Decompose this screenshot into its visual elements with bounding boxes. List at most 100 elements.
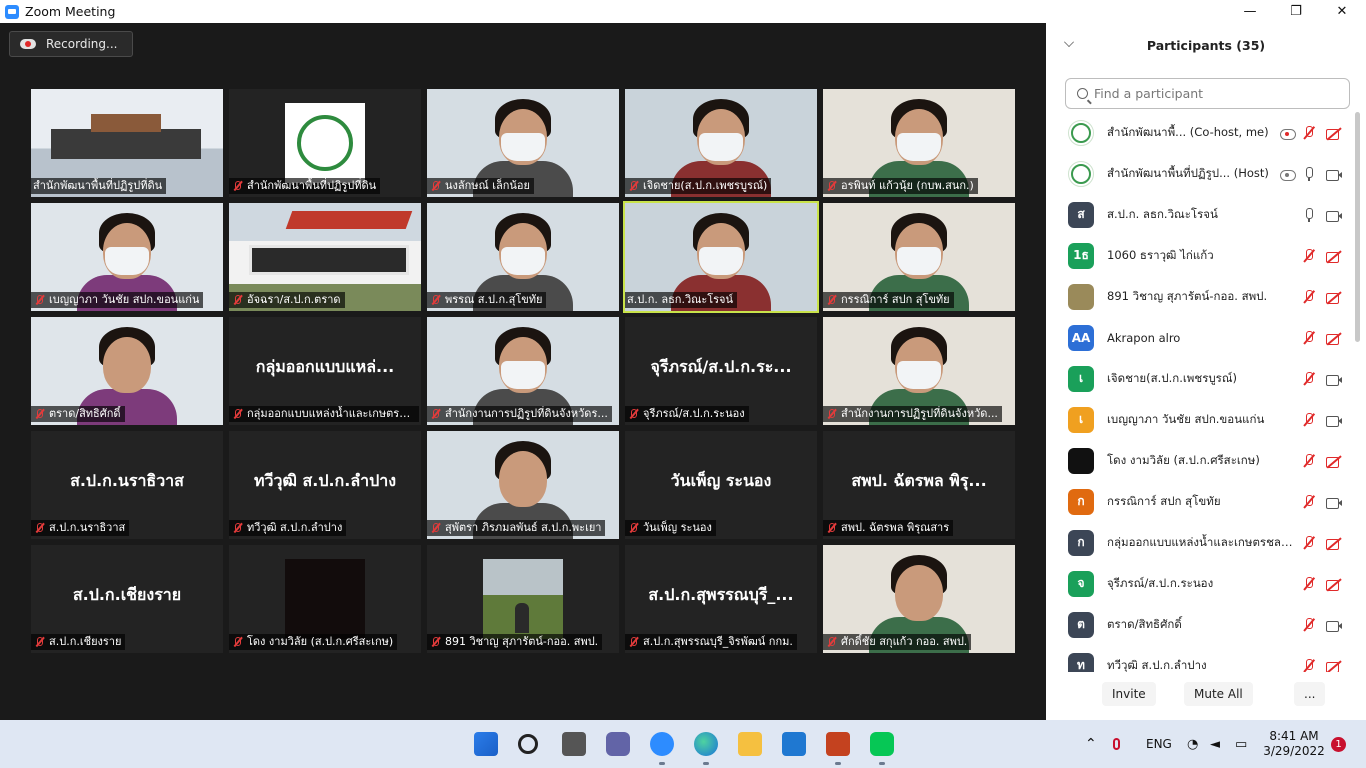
video-tile[interactable]: กลุ่มออกแบบแหล่... กลุ่มออกแบบแหล่งน้ำและ… xyxy=(229,317,421,425)
camera-off-icon[interactable] xyxy=(1326,454,1340,468)
video-tile[interactable]: ศักดิ์ชัย สกุแก้ว กออ. สพป. xyxy=(823,545,1015,653)
mic-muted-icon[interactable] xyxy=(1302,618,1316,632)
search-taskbar-icon[interactable] xyxy=(518,734,538,754)
participant-row[interactable]: ก กรรณิการ์ สปก สุโขทัย xyxy=(1046,481,1354,522)
participant-list-scrollbar[interactable] xyxy=(1355,112,1361,667)
file-explorer-icon[interactable] xyxy=(738,732,762,756)
volume-icon[interactable]: ◄ xyxy=(1210,720,1220,768)
mic-muted-icon[interactable] xyxy=(1302,372,1316,386)
mute-all-button[interactable]: Mute All xyxy=(1184,682,1253,706)
participant-row[interactable]: ส ส.ป.ก. ลธก.วิณะโรจน์ xyxy=(1046,194,1354,235)
participant-row[interactable]: ท ทวีวุฒิ ส.ป.ก.ลำปาง xyxy=(1046,645,1354,672)
camera-off-icon[interactable] xyxy=(1326,577,1340,591)
video-tile[interactable]: ทวีวุฒิ ส.ป.ก.ลำปาง ทวีวุฒิ ส.ป.ก.ลำปาง xyxy=(229,431,421,539)
camera-off-icon[interactable] xyxy=(1326,249,1340,263)
powerpoint-icon[interactable] xyxy=(826,732,850,756)
window-title: Zoom Meeting xyxy=(25,4,116,19)
participant-row[interactable]: เ เจิดชาย(ส.ป.ก.เพชรบูรณ์) xyxy=(1046,358,1354,399)
video-tile[interactable]: ส.ป.ก.เชียงราย ส.ป.ก.เชียงราย xyxy=(31,545,223,653)
mic-muted-icon[interactable] xyxy=(1302,495,1316,509)
camera-icon[interactable] xyxy=(1326,413,1342,427)
edge-icon[interactable] xyxy=(694,732,718,756)
participant-row[interactable]: เ เบญญาภา วันชัย สปก.ขอนแก่น xyxy=(1046,399,1354,440)
video-tile[interactable]: กรรณิการ์ สปก สุโขทัย xyxy=(823,203,1015,311)
camera-off-icon[interactable] xyxy=(1326,659,1340,672)
participant-row[interactable]: ต ตราด/สิทธิศักดิ์ xyxy=(1046,604,1354,645)
camera-icon[interactable] xyxy=(1326,618,1342,632)
video-tile[interactable]: นงลักษณ์ เล็กน้อย xyxy=(427,89,619,197)
mic-muted-icon[interactable] xyxy=(1302,413,1316,427)
restore-button[interactable]: ❐ xyxy=(1273,0,1319,23)
participant-row[interactable]: AA Akrapon alro xyxy=(1046,317,1354,358)
video-tile[interactable]: สำนักพัฒนาพื้นที่ปฏิรูปที่ดิน xyxy=(31,89,223,197)
minimize-button[interactable]: — xyxy=(1227,0,1273,23)
video-tile[interactable]: สำนักงานการปฏิรูปที่ดินจังหวัด... xyxy=(823,317,1015,425)
camera-icon[interactable] xyxy=(1326,167,1342,181)
video-tile[interactable]: เบญญาภา วันชัย สปก.ขอนแก่น xyxy=(31,203,223,311)
zoom-taskbar-icon[interactable] xyxy=(650,732,674,756)
language-indicator[interactable]: ENG xyxy=(1146,720,1172,768)
recording-indicator[interactable]: Recording... xyxy=(9,31,133,57)
participant-search-input[interactable] xyxy=(1094,86,1334,101)
video-tile[interactable]: สุพัตรา ภิรภมลพันธ์ ส.ป.ก.พะเยา xyxy=(427,431,619,539)
camera-icon[interactable] xyxy=(1326,208,1342,222)
video-tile[interactable]: 891 วิชาญ สุภารัตน์-กออ. สพป. xyxy=(427,545,619,653)
mic-muted-icon[interactable] xyxy=(1302,536,1316,550)
tile-display-name: ทวีวุฒิ ส.ป.ก.ลำปาง xyxy=(253,471,397,490)
start-icon[interactable] xyxy=(474,732,498,756)
mail-icon[interactable] xyxy=(782,732,806,756)
taskbar-clock[interactable]: 8:41 AM 3/29/2022 xyxy=(1262,729,1326,759)
camera-off-icon[interactable] xyxy=(1326,331,1340,345)
mic-muted-icon[interactable] xyxy=(1302,249,1316,263)
video-tile[interactable]: เจิดชาย(ส.ป.ก.เพชรบูรณ์) xyxy=(625,89,817,197)
mic-icon[interactable] xyxy=(1302,167,1316,181)
wifi-icon[interactable]: ◔ xyxy=(1187,720,1198,768)
participant-row[interactable]: 1ธ 1060 ธราวุฒิ ไก่แก้ว xyxy=(1046,235,1354,276)
tile-name-label: เจิดชาย(ส.ป.ก.เพชรบูรณ์) xyxy=(625,178,772,194)
video-tile[interactable]: ส.ป.ก.สุพรรณบุรี_... ส.ป.ก.สุพรรณบุรี_จิร… xyxy=(625,545,817,653)
battery-icon[interactable]: ▭ xyxy=(1235,720,1247,768)
participant-search[interactable] xyxy=(1065,78,1350,109)
video-tile[interactable]: อรพินท์ แก้วนุ้ย (กบพ.สนก.) xyxy=(823,89,1015,197)
camera-off-icon[interactable] xyxy=(1326,290,1340,304)
participant-row[interactable]: 891 วิชาญ สุภารัตน์-กออ. สพป. xyxy=(1046,276,1354,317)
camera-icon[interactable] xyxy=(1326,495,1342,509)
video-tile[interactable]: ส.ป.ก. ลธก.วิณะโรจน์ xyxy=(623,201,819,313)
camera-off-icon[interactable] xyxy=(1326,536,1340,550)
mic-muted-icon[interactable] xyxy=(1302,454,1316,468)
participant-row[interactable]: สำนักพัฒนาพื้นที่ปฏิรูป... (Host) xyxy=(1046,153,1354,194)
video-tile[interactable]: ส.ป.ก.นราธิวาส ส.ป.ก.นราธิวาส xyxy=(31,431,223,539)
video-tile[interactable]: สพป. ฉัตรพล พิรุ... สพป. ฉัตรพล พิรุณสาร xyxy=(823,431,1015,539)
mic-icon[interactable] xyxy=(1302,208,1316,222)
video-tile[interactable]: วันเพ็ญ ระนอง วันเพ็ญ ระนอง xyxy=(625,431,817,539)
task-view-icon[interactable] xyxy=(562,732,586,756)
camera-off-icon[interactable] xyxy=(1326,126,1340,140)
video-tile[interactable]: จุรีภรณ์/ส.ป.ก.ระ... จุรีภรณ์/ส.ป.ก.ระนอง xyxy=(625,317,817,425)
participant-row[interactable]: ก กลุ่มออกแบบแหล่งน้ำและเกษตรชลประ... xyxy=(1046,522,1354,563)
line-app-icon[interactable] xyxy=(870,732,894,756)
mic-muted-icon[interactable] xyxy=(1302,126,1316,140)
teams-chat-icon[interactable] xyxy=(606,732,630,756)
microphone-tray-icon[interactable] xyxy=(1113,720,1120,768)
show-hidden-icons-chevron[interactable]: ⌃ xyxy=(1085,720,1097,768)
mic-muted-icon[interactable] xyxy=(1302,659,1316,672)
video-tile[interactable]: สำนักพัฒนาพื้นที่ปฏิรูปที่ดิน xyxy=(229,89,421,197)
mic-muted-icon[interactable] xyxy=(1302,577,1316,591)
notification-badge[interactable]: 1 xyxy=(1331,737,1346,752)
video-tile[interactable]: อัจฉรา/ส.ป.ก.ตราด xyxy=(229,203,421,311)
invite-button[interactable]: Invite xyxy=(1102,682,1156,706)
video-tile[interactable]: พรรณ ส.ป.ก.สุโขทัย xyxy=(427,203,619,311)
video-tile[interactable]: ตราด/สิทธิศักดิ์ xyxy=(31,317,223,425)
participant-row[interactable]: จ จุรีภรณ์/ส.ป.ก.ระนอง xyxy=(1046,563,1354,604)
collapse-chevron-icon[interactable] xyxy=(1064,37,1074,47)
video-tile[interactable]: สำนักงานการปฏิรูปที่ดินจังหวัดร... xyxy=(427,317,619,425)
mic-muted-icon[interactable] xyxy=(1302,290,1316,304)
more-options-button[interactable]: ... xyxy=(1294,682,1326,706)
participant-row[interactable]: โดง งามวิลัย (ส.ป.ก.ศรีสะเกษ) xyxy=(1046,440,1354,481)
mic-muted-icon[interactable] xyxy=(1302,331,1316,345)
participant-row[interactable]: สำนักพัฒนาพื้... (Co-host, me) xyxy=(1046,112,1354,153)
close-button[interactable]: ✕ xyxy=(1319,0,1365,23)
video-tile[interactable]: โดง งามวิลัย (ส.ป.ก.ศรีสะเกษ) xyxy=(229,545,421,653)
camera-icon[interactable] xyxy=(1326,372,1342,386)
scrollbar-thumb[interactable] xyxy=(1355,112,1360,342)
